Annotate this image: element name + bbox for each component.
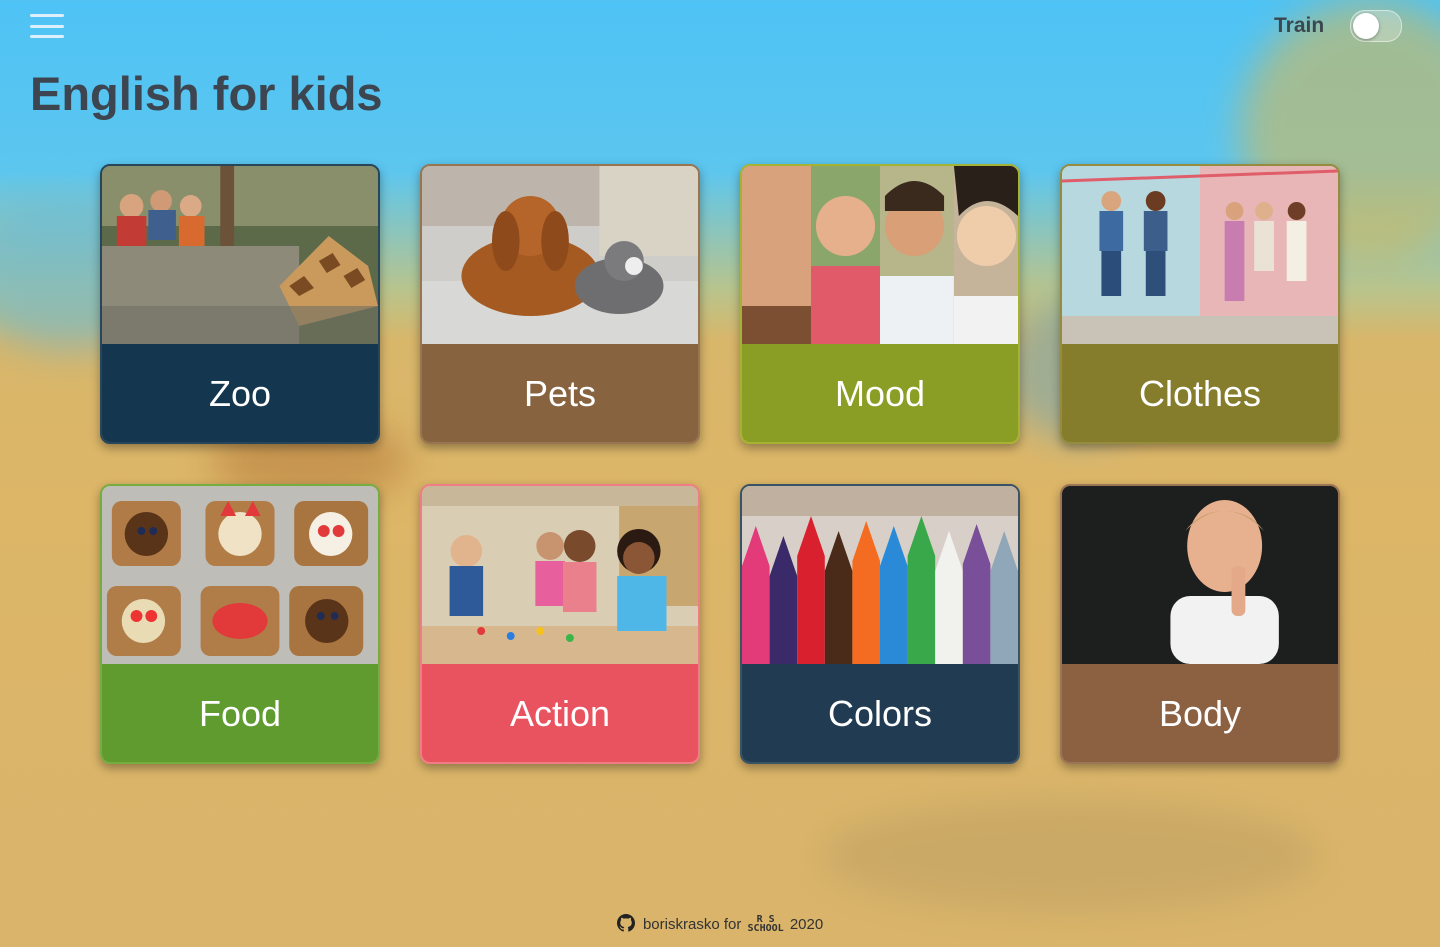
author-link[interactable]: boriskrasko (643, 916, 720, 933)
rs-school-logo[interactable]: R S SCHOOL (748, 915, 784, 934)
footer: boriskrasko for R S SCHOOL 2020 (0, 914, 1440, 936)
action-image (422, 486, 698, 664)
category-label: Zoo (102, 344, 378, 442)
zoo-image (102, 166, 378, 344)
category-grid: Zoo Pets Mood Clothes Food Action Colors… (100, 164, 1340, 764)
category-label: Clothes (1062, 344, 1338, 442)
category-label: Food (102, 664, 378, 762)
category-card-mood[interactable]: Mood (740, 164, 1020, 444)
page-title: English for kids (30, 67, 383, 120)
hamburger-menu-icon[interactable] (30, 14, 64, 38)
mood-image (742, 166, 1018, 344)
category-card-pets[interactable]: Pets (420, 164, 700, 444)
category-label: Mood (742, 344, 1018, 442)
category-label: Colors (742, 664, 1018, 762)
github-icon[interactable] (616, 914, 635, 936)
category-label: Action (422, 664, 698, 762)
footer-for-text: for (723, 916, 742, 933)
category-card-clothes[interactable]: Clothes (1060, 164, 1340, 444)
body-image (1062, 486, 1338, 664)
clothes-image (1062, 166, 1338, 344)
toggle-knob (1353, 13, 1379, 39)
footer-year: 2020 (789, 916, 824, 933)
food-image (102, 486, 378, 664)
category-label: Pets (422, 344, 698, 442)
train-mode-toggle[interactable] (1350, 10, 1402, 42)
category-card-action[interactable]: Action (420, 484, 700, 764)
category-card-food[interactable]: Food (100, 484, 380, 764)
category-label: Body (1062, 664, 1338, 762)
category-card-zoo[interactable]: Zoo (100, 164, 380, 444)
pets-image (422, 166, 698, 344)
category-card-body[interactable]: Body (1060, 484, 1340, 764)
train-mode-label: Train (1274, 14, 1325, 37)
colors-image (742, 486, 1018, 664)
category-card-colors[interactable]: Colors (740, 484, 1020, 764)
background-decoration (820, 800, 1320, 910)
